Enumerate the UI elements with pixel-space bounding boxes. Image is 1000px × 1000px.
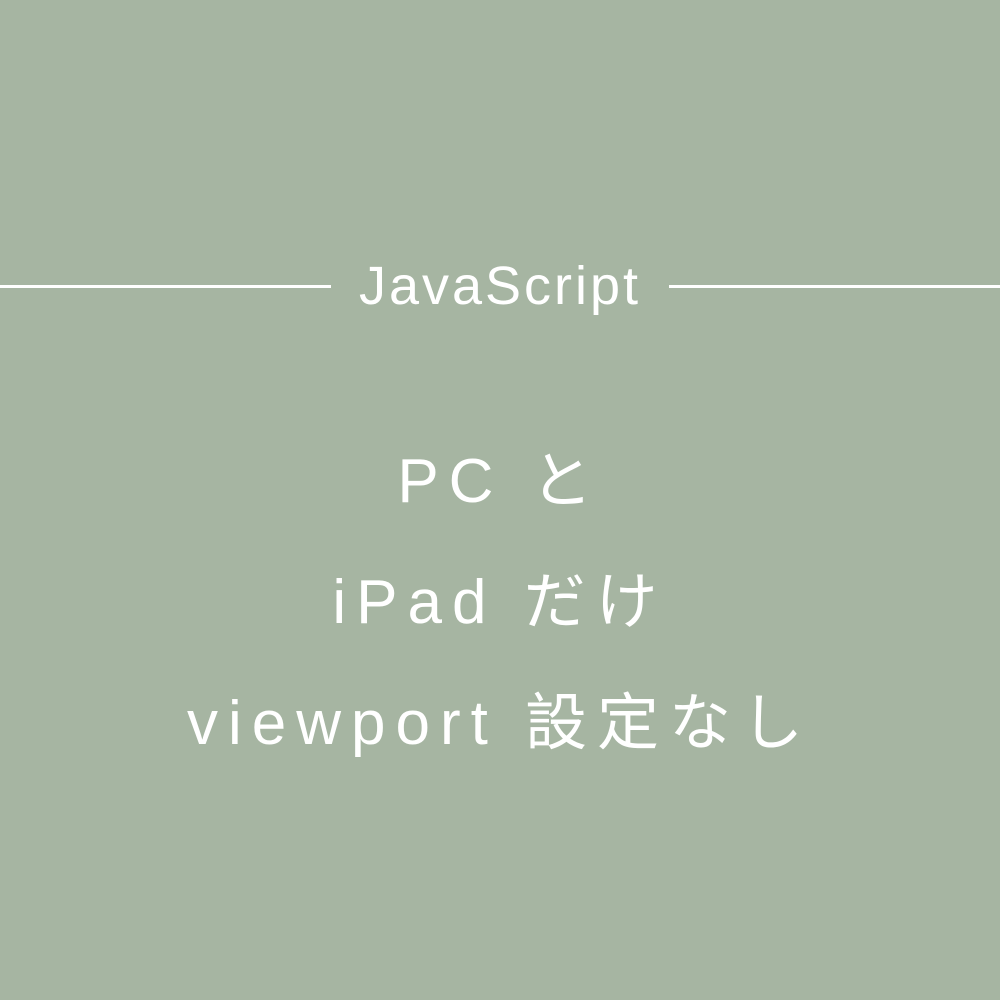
title-body: PC と iPad だけ viewport 設定なし — [187, 422, 813, 785]
title-line-3: viewport 設定なし — [187, 664, 813, 785]
thumbnail-card: JavaScript PC と iPad だけ viewport 設定なし — [0, 0, 1000, 1000]
divider-left — [0, 285, 331, 288]
heading-row: JavaScript — [0, 255, 1000, 317]
title-line-1: PC と — [187, 422, 813, 543]
category-label: JavaScript — [331, 255, 669, 317]
title-line-2: iPad だけ — [187, 543, 813, 664]
divider-right — [669, 285, 1000, 288]
